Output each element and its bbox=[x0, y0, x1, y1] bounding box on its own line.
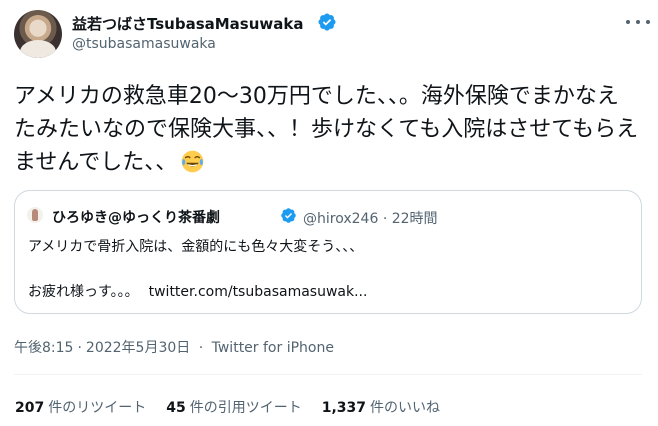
tweet-time: 午後8:15 bbox=[14, 340, 74, 356]
quoted-meta: @hirox246 · 22時間 bbox=[303, 208, 438, 228]
author-handle[interactable]: @tsubasamasuwaka bbox=[72, 36, 216, 52]
quoted-link: twitter.com/tsubasamasuwak... bbox=[148, 284, 368, 300]
tweet-body: アメリカの救急車20〜30万円でした、、。海外保険でまかなえたみたいなので保険大… bbox=[14, 84, 639, 175]
quoted-time: 22時間 bbox=[391, 211, 438, 227]
quoted-author-display-name: ひろゆき@ゆっくり茶番劇 bbox=[52, 210, 220, 226]
timestamp-separator-1: · bbox=[77, 340, 82, 356]
quoted-text-body: お疲れ様っす。。。 bbox=[28, 284, 139, 300]
timestamp-separator-2: · bbox=[198, 340, 204, 356]
retweets-label: 件のリツイート bbox=[48, 400, 147, 416]
verified-badge-icon bbox=[318, 13, 336, 31]
quoted-text-line-1: アメリカで骨折入院は、金額的にも色々大変そう、、、 bbox=[28, 239, 364, 255]
likes-stat[interactable]: 1,337 件のいいね bbox=[322, 397, 440, 417]
likes-label: 件のいいね bbox=[370, 400, 441, 416]
more-options-icon[interactable] bbox=[626, 14, 650, 30]
avatar-figure bbox=[20, 40, 56, 58]
quoted-tweet-card[interactable]: ひろゆき@ゆっくり茶番劇 @hirox246 · 22時間 アメリカで骨折入院は… bbox=[14, 190, 642, 314]
author-avatar[interactable] bbox=[14, 10, 62, 58]
tweet-text: アメリカの救急車20〜30万円でした、、。海外保険でまかなえたみたいなので保険大… bbox=[14, 80, 639, 179]
stats-divider bbox=[14, 374, 642, 375]
quoted-author-avatar bbox=[27, 207, 43, 223]
quoted-separator: · bbox=[382, 211, 388, 227]
retweets-count: 207 bbox=[15, 400, 45, 416]
likes-count: 1,337 bbox=[321, 400, 367, 416]
tweet-date: 2022年5月30日 bbox=[85, 340, 191, 356]
quote-tweets-count: 45 bbox=[166, 400, 186, 416]
retweets-stat[interactable]: 207 件のリツイート bbox=[15, 397, 146, 417]
quoted-text-line-2: お疲れ様っす。。。 twitter.com/tsubasamasuwak... bbox=[28, 281, 367, 301]
tweet-stats: 207 件のリツイート 45 件の引用ツイート 1,337 件のいいね bbox=[15, 397, 460, 417]
quoted-verified-badge-icon bbox=[281, 208, 296, 223]
face-with-tears-of-joy-icon bbox=[181, 150, 204, 173]
quoted-author-handle: @hirox246 bbox=[303, 211, 379, 227]
quote-tweets-stat[interactable]: 45 件の引用ツイート bbox=[166, 397, 301, 417]
tweet-time-link[interactable]: 午後8:15 · 2022年5月30日 bbox=[14, 340, 190, 356]
tweet-source-link[interactable]: Twitter for iPhone bbox=[212, 340, 334, 356]
tweet-timestamp: 午後8:15 · 2022年5月30日 · Twitter for iPhone bbox=[14, 337, 334, 357]
author-display-name[interactable]: 益若つばさTsubasaMasuwaka bbox=[72, 13, 304, 34]
quote-tweets-label: 件の引用ツイート bbox=[189, 400, 302, 416]
quoted-avatar-figure bbox=[32, 209, 38, 221]
